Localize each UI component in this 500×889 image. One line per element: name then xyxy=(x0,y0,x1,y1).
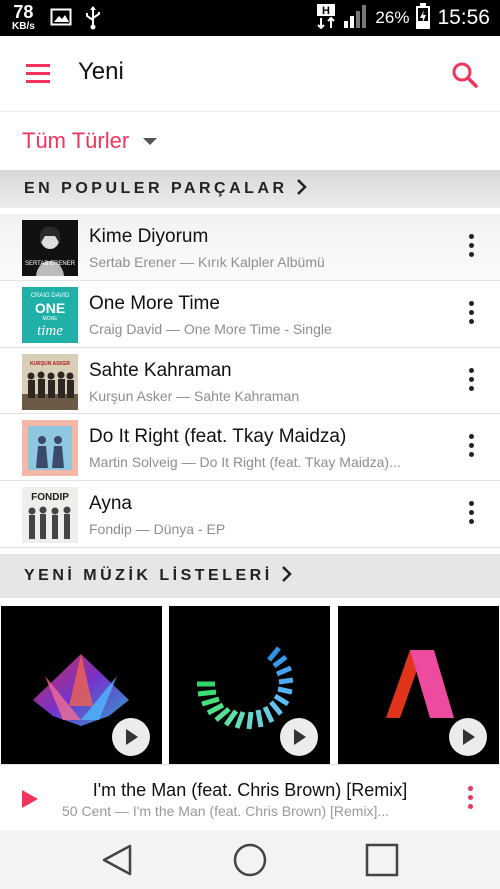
album-art-text: MORE xyxy=(43,316,59,322)
network-speed: 78 KB/s xyxy=(12,3,35,32)
signal-icon xyxy=(343,3,369,34)
battery-level: 26% xyxy=(375,8,410,27)
more-vert-icon[interactable] xyxy=(464,300,478,327)
svg-text:H: H xyxy=(322,5,330,17)
album-art-text: time xyxy=(37,323,63,339)
clock: 15:56 xyxy=(437,6,490,29)
top-songs-header[interactable]: EN POPULER PARÇALAR xyxy=(0,170,500,208)
page-title: Yeni xyxy=(78,58,124,85)
system-nav-bar xyxy=(0,830,500,889)
top-songs-header-label: EN POPULER PARÇALAR xyxy=(24,180,288,197)
genre-dropdown[interactable]: Tüm Türler xyxy=(22,124,158,158)
song-title: Ayna xyxy=(89,493,132,515)
more-vert-icon[interactable] xyxy=(464,501,478,527)
song-row[interactable]: SERTAB ERENER Kime Diyorum Sertab Erener… xyxy=(0,214,500,281)
song-subtitle: Craig David — One More Time - Single xyxy=(89,320,332,337)
album-art: SERTAB ERENER xyxy=(22,220,78,276)
album-art: FONDIP xyxy=(22,487,78,544)
more-vert-icon[interactable] xyxy=(464,234,478,260)
usb-icon xyxy=(84,6,102,35)
more-vert-icon[interactable] xyxy=(464,786,476,812)
image-icon xyxy=(50,6,72,33)
back-icon[interactable] xyxy=(100,842,136,878)
song-subtitle: Martin Solveig — Do It Right (feat. Tkay… xyxy=(89,454,401,471)
caret-down-icon xyxy=(143,137,158,145)
song-title: Sahte Kahraman xyxy=(89,359,232,381)
network-speed-unit: KB/s xyxy=(12,21,35,32)
app-toolbar: Yeni xyxy=(0,36,500,112)
album-art-text: KURŞUN ASKER xyxy=(30,361,70,367)
album-art xyxy=(22,420,78,477)
song-subtitle: Sertab Erener — Kırık Kalpler Albümü xyxy=(89,254,325,270)
genre-dropdown-label: Tüm Türler xyxy=(22,128,130,153)
now-playing-title: I'm the Man (feat. Chris Brown) [Remix] xyxy=(92,780,408,800)
playlist-tile[interactable] xyxy=(1,606,162,764)
album-art-text: FONDIP xyxy=(31,492,69,503)
playlist-tile[interactable] xyxy=(338,606,499,764)
search-icon[interactable] xyxy=(450,60,480,90)
more-vert-icon[interactable] xyxy=(464,434,478,460)
chevron-right-icon xyxy=(281,565,293,588)
battery-charging-icon xyxy=(415,2,431,35)
h-network-icon: H xyxy=(315,3,337,34)
playlist-tile[interactable] xyxy=(169,606,330,764)
chevron-right-icon xyxy=(296,178,308,201)
song-title: One More Time xyxy=(89,292,220,314)
album-art-text: CRAIG DAVID xyxy=(31,293,70,299)
song-title: Kime Diyorum xyxy=(89,226,209,247)
song-row[interactable]: FONDIP Ayna Fondip — Dünya - EP xyxy=(0,481,500,548)
new-playlists-header-label: YENİ MÜZİK LİSTELERİ xyxy=(24,567,273,584)
more-vert-icon[interactable] xyxy=(464,367,478,394)
new-playlists-header[interactable]: YENİ MÜZİK LİSTELERİ xyxy=(0,554,500,598)
play-icon[interactable] xyxy=(280,718,318,756)
album-art-text: ONE xyxy=(35,300,65,316)
top-songs-list: SERTAB ERENER Kime Diyorum Sertab Erener… xyxy=(0,214,500,548)
play-icon[interactable] xyxy=(112,718,150,756)
song-title: Do It Right (feat. Tkay Maidza) xyxy=(89,426,347,448)
hamburger-menu-icon[interactable] xyxy=(22,60,54,88)
now-playing-subtitle: 50 Cent — I'm the Man (feat. Chris Brown… xyxy=(62,803,390,819)
song-row[interactable]: CRAIG DAVID ONE MORE time One More Time … xyxy=(0,280,500,348)
album-art: KURŞUN ASKER xyxy=(22,353,78,410)
song-subtitle: Fondip — Dünya - EP xyxy=(89,521,226,538)
song-row[interactable]: KURŞUN ASKER Sahte Kahraman Kurşun Asker… xyxy=(0,347,500,415)
status-bar: 78 KB/s H 26% 15:56 xyxy=(0,0,500,36)
home-icon[interactable] xyxy=(232,842,268,878)
recent-apps-icon[interactable] xyxy=(364,842,400,878)
now-playing-bar[interactable]: I'm the Man (feat. Chris Brown) [Remix] … xyxy=(0,764,500,830)
play-icon[interactable] xyxy=(449,718,487,756)
song-subtitle: Kurşun Asker — Sahte Kahraman xyxy=(89,387,300,404)
album-art-text: SERTAB ERENER xyxy=(25,261,76,267)
network-speed-value: 78 xyxy=(13,2,34,22)
new-playlists-row xyxy=(0,606,500,764)
album-art: CRAIG DAVID ONE MORE time xyxy=(22,286,78,343)
song-row[interactable]: Do It Right (feat. Tkay Maidza) Martin S… xyxy=(0,414,500,482)
